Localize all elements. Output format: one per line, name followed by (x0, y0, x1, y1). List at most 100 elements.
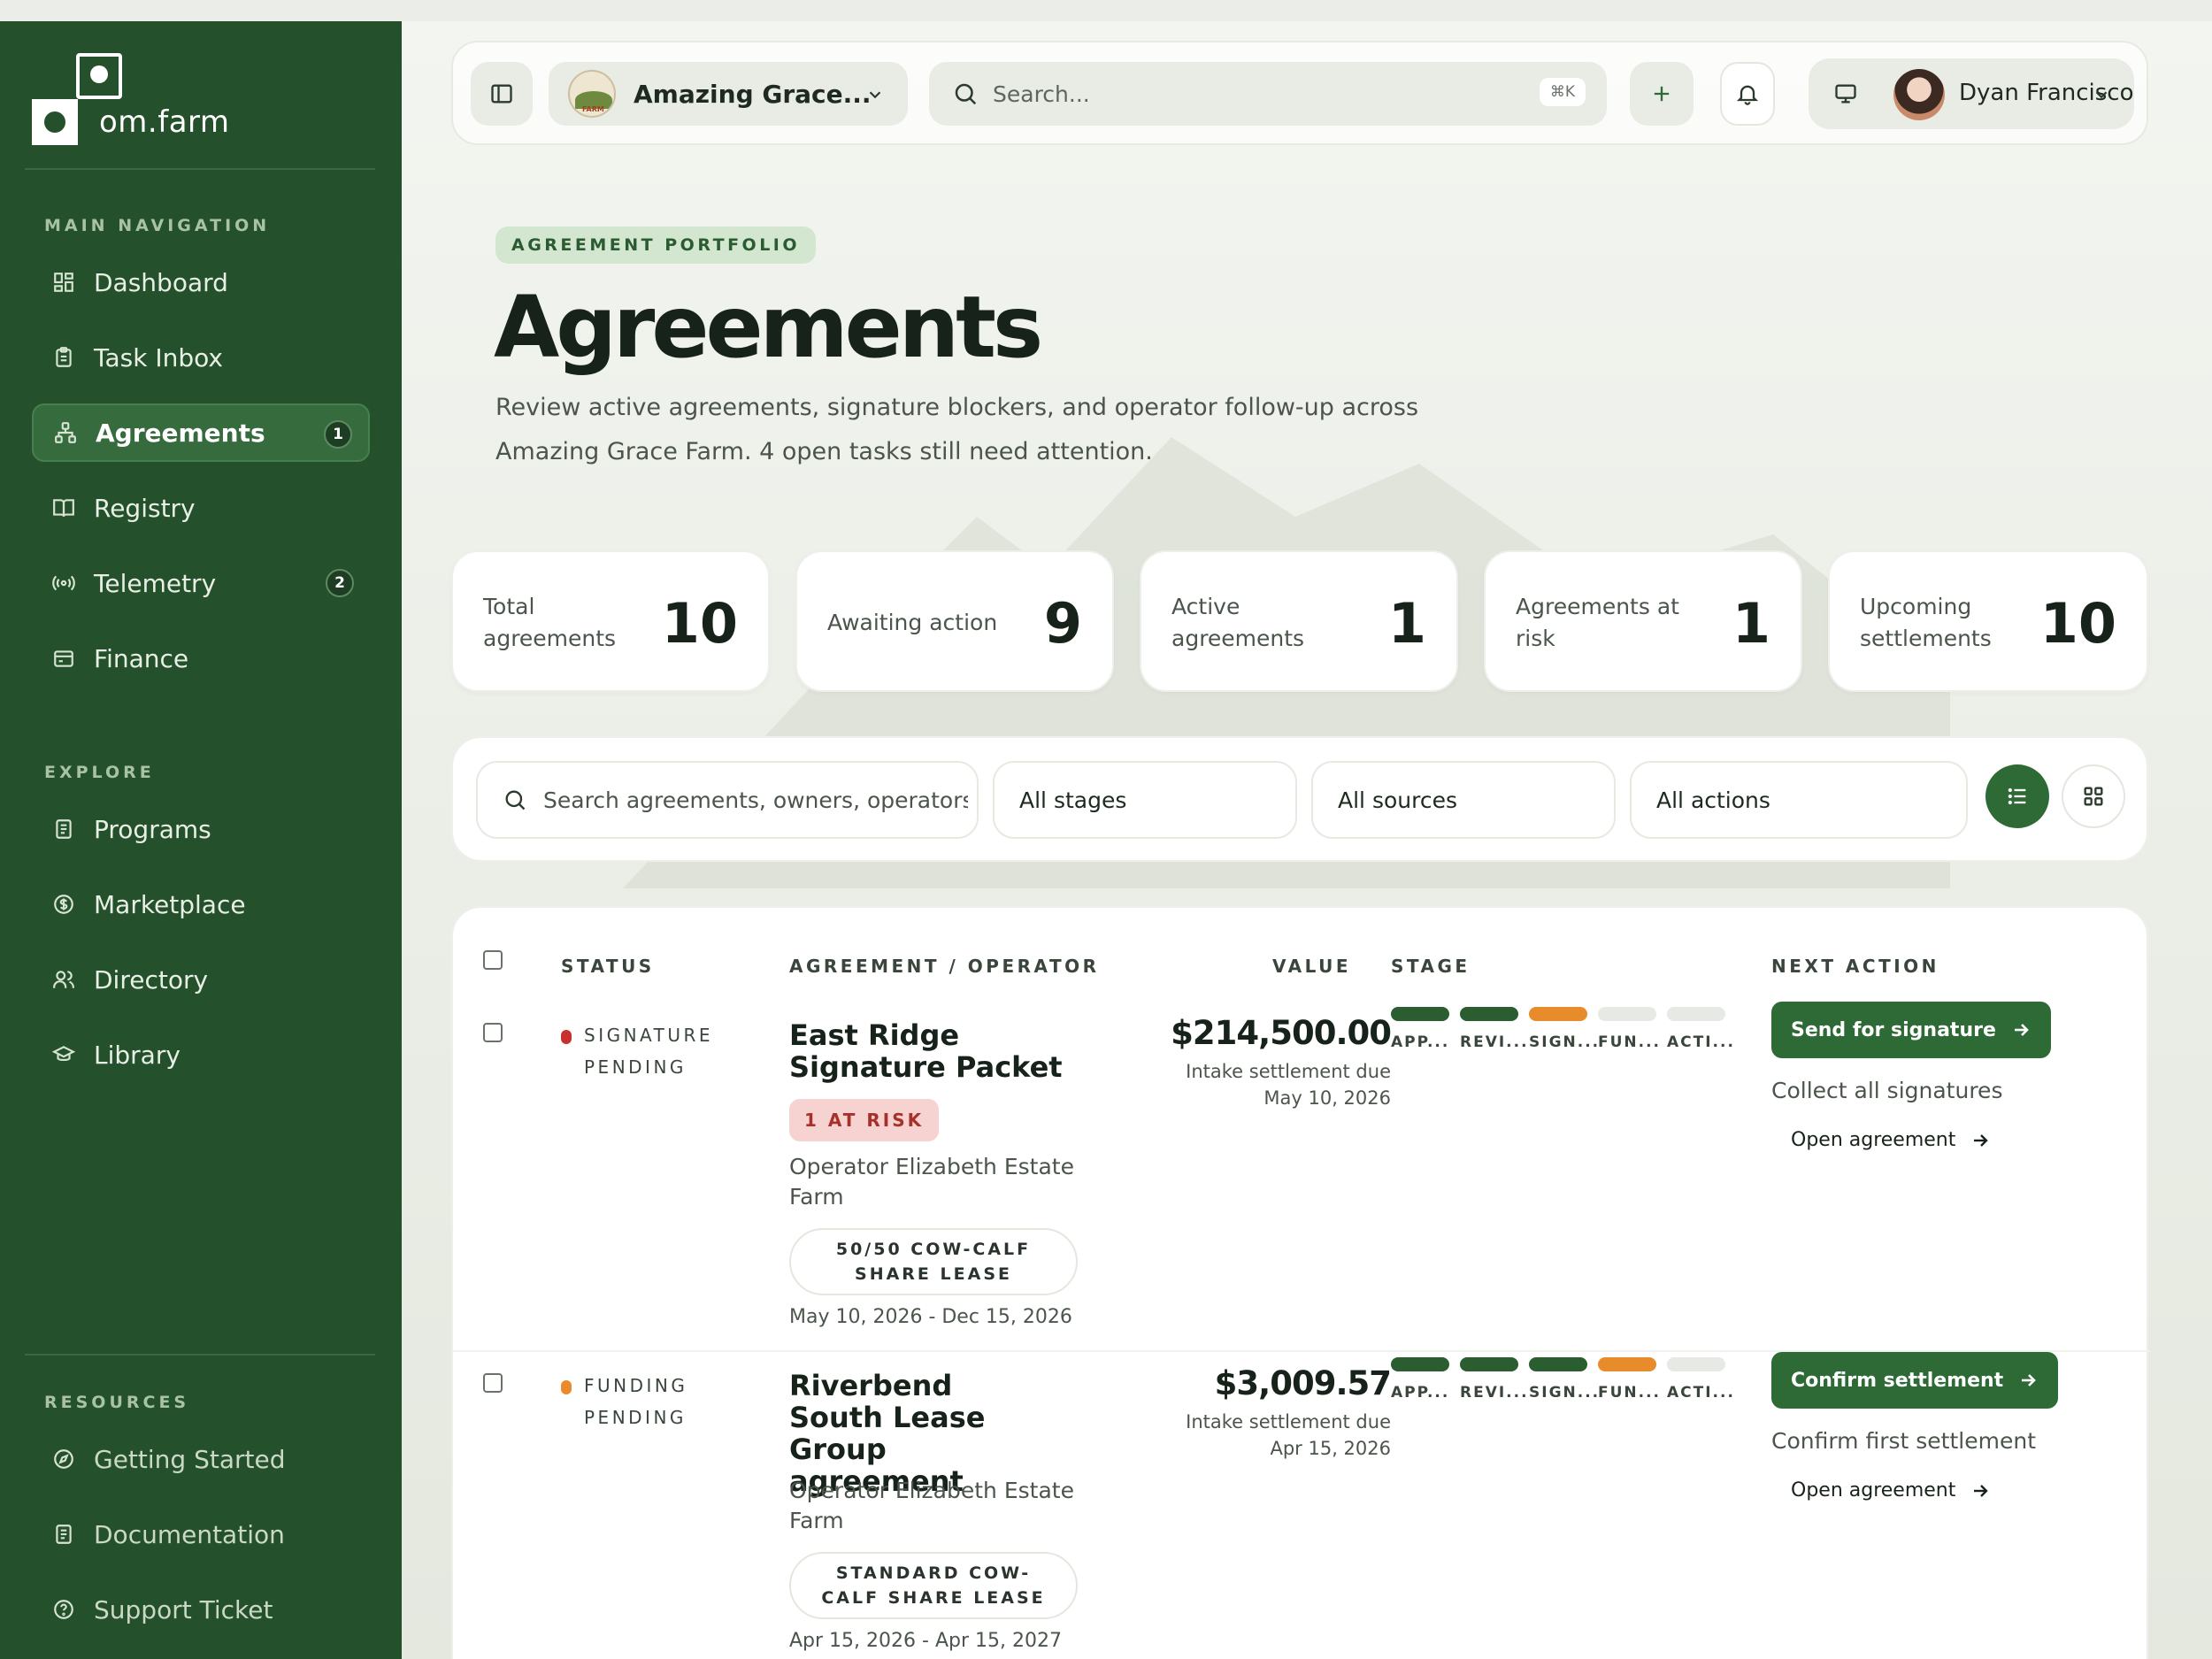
grid-view-button[interactable] (2062, 764, 2125, 828)
stat-card-awaiting: Awaiting action 9 (795, 550, 1114, 692)
agreement-value: $214,500.00 (1171, 1014, 1392, 1052)
stage-label: APP... (1391, 1384, 1450, 1402)
next-action-description: Collect all signatures (1771, 1078, 2003, 1103)
sidebar-item-label: Directory (94, 964, 209, 995)
logo-mark-top (76, 53, 122, 99)
page-title: Agreements (494, 278, 1043, 377)
row-checkbox[interactable] (483, 1023, 503, 1042)
sidebar-item-label: Library (94, 1040, 180, 1070)
stat-value: 10 (2039, 590, 2116, 656)
chevron-down-icon (869, 91, 881, 99)
sidebar-item-label: Documentation (94, 1519, 285, 1549)
risk-badge: 1 AT RISK (789, 1099, 940, 1141)
operator-name: Operator Elizabeth Estate Farm (789, 1154, 1074, 1210)
arrow-right-icon (1974, 1484, 1989, 1497)
notifications-button[interactable] (1720, 62, 1775, 126)
open-agreement-link[interactable]: Open agreement (1791, 1479, 1991, 1502)
monitor-icon[interactable] (1833, 81, 1858, 106)
resources-label: RESOURCES (44, 1393, 190, 1412)
stage-filter-select[interactable]: All stages (993, 761, 1297, 839)
stage-label: FUN... (1598, 1033, 1662, 1051)
stat-card-total: Total agreements 10 (451, 550, 770, 692)
sidebar-item-label: Telemetry (94, 568, 217, 598)
operator-name: Operator Elizabeth Estate Farm (789, 1478, 1074, 1533)
avatar (1893, 69, 1945, 120)
sidebar-item-label: Task Inbox (94, 342, 223, 373)
sidebar-divider (25, 168, 375, 170)
arrow-right-icon (2014, 1024, 2029, 1036)
user-menu[interactable]: Dyan Francisco (1809, 58, 2134, 129)
stage-segment-done (1460, 1007, 1518, 1021)
sidebar-item-registry[interactable]: Registry (32, 479, 370, 537)
row-checkbox[interactable] (483, 1373, 503, 1393)
sidebar-item-finance[interactable]: Finance (32, 629, 370, 687)
sidebar-item-documentation[interactable]: Documentation (32, 1505, 370, 1563)
status-dot (561, 1030, 572, 1044)
page-description: Review active agreements, signature bloc… (495, 394, 1419, 465)
stage-label: SIGN... (1529, 1033, 1601, 1051)
agreement-dates: May 10, 2026 - Dec 15, 2026 (789, 1306, 1072, 1328)
lease-type-tag: STANDARD COW-CALF SHARE LEASE (789, 1552, 1078, 1619)
stat-label: Total agreements (483, 594, 617, 651)
sidebar-item-getting-started[interactable]: Getting Started (32, 1430, 370, 1488)
stat-value: 10 (661, 590, 738, 656)
column-header-next-action: NEXT ACTION (1771, 956, 1939, 977)
stat-card-settlements: Upcoming settlements 10 (1828, 550, 2148, 692)
list-view-button[interactable] (1985, 764, 2049, 828)
stage-label: ACTI... (1667, 1384, 1735, 1402)
graduation-cap-icon (51, 1042, 76, 1067)
arrow-right-icon (2022, 1374, 2037, 1386)
lease-type-tag: 50/50 COW-CALF SHARE LEASE (789, 1228, 1078, 1295)
open-agreement-link[interactable]: Open agreement (1791, 1129, 1991, 1151)
agreement-title[interactable]: East Ridge Signature Packet (789, 1019, 1081, 1083)
global-search-input[interactable]: Search... ⌘K (929, 62, 1607, 126)
sidebar-item-marketplace[interactable]: Marketplace (32, 875, 370, 933)
farm-name: Amazing Grace... (634, 79, 872, 109)
stage-segment-current (1598, 1357, 1656, 1371)
clipboard-icon (51, 345, 76, 370)
main-content: FARM Amazing Grace... Search... ⌘K Dyan … (402, 21, 2212, 1659)
agreements-table: STATUS AGREEMENT / OPERATOR VALUE STAGE … (451, 906, 2150, 1659)
search-placeholder: Search agreements, owners, operators, o (543, 787, 968, 813)
column-header-value: VALUE (1272, 956, 1352, 977)
users-icon (51, 967, 76, 992)
sidebar-item-library[interactable]: Library (32, 1025, 370, 1084)
sidebar-item-support-ticket[interactable]: Support Ticket (32, 1580, 370, 1639)
network-icon (53, 420, 78, 445)
sidebar: om.farm MAIN NAVIGATION Dashboard Task I… (0, 21, 402, 1659)
toggle-sidebar-button[interactable] (471, 62, 533, 126)
sidebar-item-task-inbox[interactable]: Task Inbox (32, 328, 370, 387)
agreements-search-input[interactable]: Search agreements, owners, operators, o (476, 761, 979, 839)
farm-selector[interactable]: FARM Amazing Grace... (549, 62, 908, 126)
status-dot (561, 1380, 572, 1394)
sidebar-item-directory[interactable]: Directory (32, 950, 370, 1009)
page-eyebrow: AGREEMENT PORTFOLIO (495, 227, 817, 264)
sidebar-item-programs[interactable]: Programs (32, 800, 370, 858)
sidebar-item-label: Agreements (96, 418, 265, 448)
source-filter-select[interactable]: All sources (1311, 761, 1616, 839)
logo-mark-bottom (32, 99, 78, 145)
stage-segment-todo (1598, 1007, 1656, 1021)
sidebar-item-agreements[interactable]: Agreements 1 (32, 403, 370, 462)
settlement-due: Intake settlement due May 10, 2026 (1186, 1061, 1391, 1109)
add-button[interactable] (1630, 62, 1694, 126)
brand-logo[interactable]: om.farm (32, 53, 368, 159)
sidebar-item-dashboard[interactable]: Dashboard (32, 253, 370, 311)
next-action-description: Confirm first settlement (1771, 1428, 2036, 1454)
status-label: SIGNATURE PENDING (561, 1019, 713, 1083)
arrow-right-icon (1974, 1133, 1989, 1147)
stage-label: ACTI... (1667, 1033, 1735, 1051)
stage-label: REVI... (1460, 1384, 1529, 1402)
select-all-checkbox[interactable] (483, 950, 503, 970)
sidebar-item-label: Finance (94, 643, 189, 673)
confirm-settlement-button[interactable]: Confirm settlement (1771, 1352, 2059, 1409)
stat-label: Upcoming settlements (1860, 594, 1992, 651)
stat-card-active: Active agreements 1 (1140, 550, 1458, 692)
send-for-signature-button[interactable]: Send for signature (1771, 1002, 2051, 1058)
sidebar-item-label: Marketplace (94, 889, 246, 919)
action-filter-select[interactable]: All actions (1630, 761, 1968, 839)
keyboard-shortcut-hint: ⌘K (1539, 78, 1586, 106)
stage-label: FUN... (1598, 1384, 1662, 1402)
sidebar-item-telemetry[interactable]: Telemetry 2 (32, 554, 370, 612)
stat-value: 1 (1387, 590, 1426, 656)
